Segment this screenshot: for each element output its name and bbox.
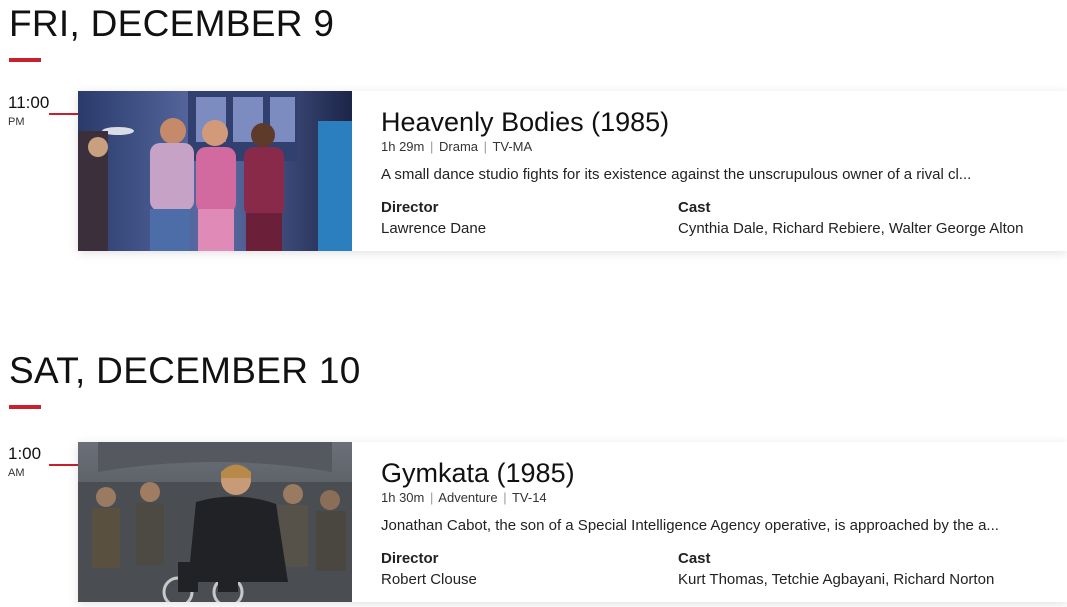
movie-runtime: 1h 29m — [381, 139, 425, 154]
movie-genre: Adventure — [438, 490, 498, 505]
movie-rating: TV-MA — [492, 139, 533, 154]
cast-names: Cynthia Dale, Richard Rebiere, Walter Ge… — [678, 220, 1024, 237]
movie-title[interactable]: Heavenly Bodies (1985) — [381, 109, 669, 136]
cast-label: Cast — [678, 199, 711, 216]
schedule-page: FRI, DECEMBER 9 11:00 PM Heavenly Bodies… — [0, 0, 1067, 607]
day-header-underline — [9, 58, 41, 62]
meta-separator: | — [430, 490, 434, 505]
movie-still-image[interactable] — [78, 442, 352, 602]
director-label: Director — [381, 550, 439, 567]
movie-still-image[interactable] — [78, 91, 352, 251]
movie-description: Jonathan Cabot, the son of a Special Int… — [381, 517, 999, 534]
time-connector-line — [49, 464, 79, 466]
movie-rating: TV-14 — [511, 490, 547, 505]
airing-time: 1:00 — [8, 444, 42, 463]
day-header-underline — [9, 405, 41, 409]
movie-genre: Drama — [439, 139, 479, 154]
cast-label: Cast — [678, 550, 711, 567]
director-name: Robert Clouse — [381, 571, 477, 588]
meta-separator: | — [483, 139, 488, 154]
meta-separator: | — [430, 139, 434, 154]
time-connector-line — [49, 113, 79, 115]
director-name: Lawrence Dane — [381, 220, 487, 237]
day-header: SAT, DECEMBER 10 — [9, 350, 361, 391]
airing-time: 11:00 — [8, 93, 50, 112]
director-label: Director — [381, 199, 439, 216]
movie-description: A small dance studio fights for its exis… — [381, 166, 972, 183]
movie-runtime: 1h 30m — [381, 490, 425, 505]
movie-card[interactable]: Heavenly Bodies (1985) 1h 29m | Drama | … — [78, 91, 1067, 251]
meta-separator: | — [503, 490, 507, 505]
movie-card[interactable]: Gymkata (1985) 1h 30m | Adventure | TV-1… — [78, 442, 1067, 602]
movie-meta: 1h 29m | Drama | TV-MA — [381, 140, 532, 153]
airing-ampm: PM — [8, 116, 25, 128]
cast-names: Kurt Thomas, Tetchie Agbayani, Richard N… — [678, 571, 995, 588]
day-header: FRI, DECEMBER 9 — [9, 3, 335, 44]
movie-meta: 1h 30m | Adventure | TV-14 — [381, 491, 547, 504]
airing-ampm: AM — [8, 467, 25, 479]
movie-title[interactable]: Gymkata (1985) — [381, 460, 575, 487]
